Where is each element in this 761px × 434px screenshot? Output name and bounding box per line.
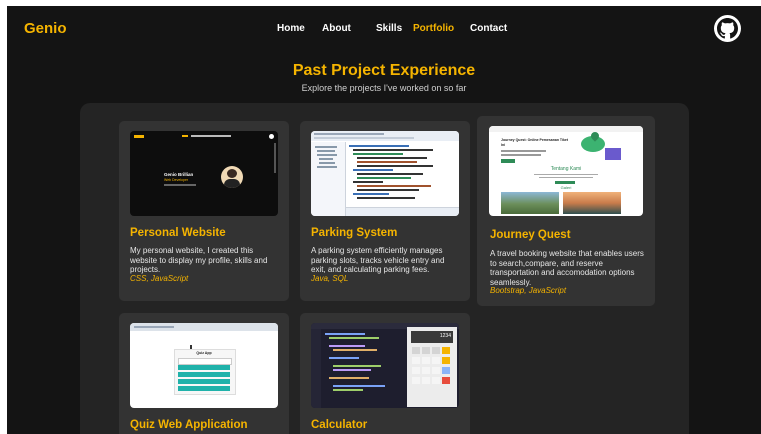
project-thumbnail: 1234	[311, 323, 459, 408]
project-description: My personal website, I created this webs…	[130, 246, 268, 275]
project-card[interactable]: Parking System A parking system efficien…	[300, 121, 470, 301]
project-tags: Bootstrap, JavaScript	[490, 286, 567, 295]
project-card[interactable]: Genio Brillian Web Developer Personal We…	[119, 121, 289, 301]
project-description: A parking system efficiently manages par…	[311, 246, 445, 275]
nav-contact[interactable]: Contact	[470, 23, 507, 34]
thumb-heading: Journey Quest: Online Pemesanan Tiket In…	[501, 138, 569, 147]
project-thumbnail: Journey Quest: Online Pemesanan Tiket In…	[489, 126, 643, 216]
thumb-gallery: Galeri	[560, 185, 572, 190]
nav-portfolio[interactable]: Portfolio	[413, 23, 454, 34]
nav-home[interactable]: Home	[277, 23, 305, 34]
project-title: Personal Website	[130, 227, 226, 239]
project-thumbnail: Quiz App	[130, 323, 278, 408]
project-title: Journey Quest	[490, 229, 571, 241]
thumb-name: Genio Brillian	[164, 172, 194, 177]
thumb-heading: Quiz App	[196, 351, 212, 355]
navbar: Genio Home About Skills Portfolio Contac…	[7, 6, 761, 54]
nav-skills[interactable]: Skills	[376, 23, 402, 34]
project-thumbnail: Genio Brillian Web Developer	[130, 131, 278, 216]
section-subtitle: Explore the projects I've worked on so f…	[301, 83, 467, 93]
thumb-role: Web Developer	[164, 178, 189, 182]
project-card[interactable]: Journey Quest: Online Pemesanan Tiket In…	[477, 116, 655, 306]
project-card[interactable]: Quiz App Quiz Web Application	[119, 313, 289, 434]
project-thumbnail	[311, 131, 459, 216]
brand-logo[interactable]: Genio	[24, 20, 67, 37]
section-title: Past Project Experience	[292, 62, 476, 79]
portfolio-page: Genio Home About Skills Portfolio Contac…	[7, 6, 761, 434]
project-tags: Java, SQL	[311, 274, 349, 283]
project-title: Quiz Web Application	[130, 419, 248, 431]
project-tags: CSS, JavaScript	[130, 274, 189, 283]
project-description: A travel booking website that enables us…	[490, 249, 644, 287]
project-title: Calculator	[311, 419, 368, 431]
project-title: Parking System	[311, 227, 398, 239]
thumb-about: Tentang Kami	[550, 166, 582, 172]
nav-about[interactable]: About	[322, 23, 351, 34]
github-icon[interactable]	[714, 15, 741, 42]
thumb-display: 1234	[439, 333, 451, 339]
project-card[interactable]: 1234 Calculator	[300, 313, 470, 434]
